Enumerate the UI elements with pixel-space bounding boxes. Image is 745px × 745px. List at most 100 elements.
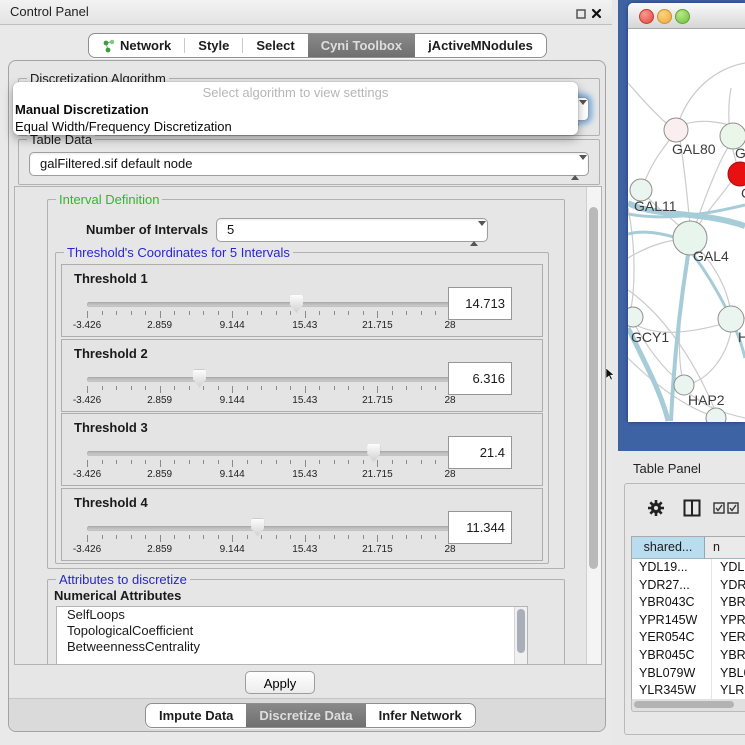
cell-shared-name[interactable]: YER054C [632, 629, 712, 647]
threshold-value-field[interactable]: 21.4 [448, 436, 512, 469]
tab-discretize-data[interactable]: Discretize Data [246, 704, 365, 727]
attributes-groupbox: Attributes to discretize Numerical Attri… [47, 579, 565, 665]
table-data-combobox[interactable]: galFiltered.sif default node [29, 152, 589, 176]
tab-impute-data[interactable]: Impute Data [146, 704, 246, 727]
table-row[interactable]: YER054CYER0 [632, 629, 745, 647]
list-scrollbar-thumb[interactable] [517, 609, 525, 653]
table-data-value: galFiltered.sif default node [40, 156, 192, 171]
tab-network[interactable]: Network [89, 34, 184, 57]
right-region: GAL80GCGAL11GAL4GCY1HHAP2 Table Panel [612, 0, 745, 745]
gear-icon[interactable] [647, 499, 665, 520]
select-columns-icon[interactable] [713, 502, 739, 517]
network-view-window[interactable]: GAL80GCGAL11GAL4GCY1HHAP2 [628, 3, 745, 422]
table-row[interactable]: YLR345WYLR3 [632, 682, 745, 700]
cell-name[interactable]: YDR2 [712, 577, 745, 595]
tab-infer-network[interactable]: Infer Network [366, 704, 475, 727]
cell-shared-name[interactable]: YDR27... [632, 577, 712, 595]
network-node[interactable] [628, 307, 643, 327]
table-body: YDL19...YDL1YDR27...YDR2YBR043CYBR0YPR14… [632, 559, 745, 701]
node-label: C [741, 185, 745, 201]
dropdown-option-manual[interactable]: Manual Discretization [13, 101, 578, 118]
threshold-panel-2: Threshold 2-3.4262.8599.14415.4321.71528… [61, 339, 543, 412]
slider-tick-labels: -3.4262.8599.14415.4321.71528 [87, 395, 450, 407]
numerical-attributes-list[interactable]: SelfLoopsTopologicalCoefficientBetweenne… [56, 606, 528, 665]
threshold-slider[interactable] [87, 377, 450, 382]
threshold-value-field[interactable]: 6.316 [448, 362, 512, 395]
threshold-slider[interactable] [87, 451, 450, 456]
threshold-slider[interactable] [87, 526, 450, 531]
threshold-slider[interactable] [87, 302, 450, 307]
cell-shared-name[interactable]: YPR145W [632, 612, 712, 630]
screen: Control Panel NetworkStyleSelectCyni Too… [0, 0, 745, 745]
settings-scrollbar-thumb[interactable] [589, 207, 598, 569]
float-window-icon[interactable] [576, 7, 586, 22]
attribute-list-item[interactable]: SelfLoops [57, 607, 527, 623]
network-node[interactable] [664, 118, 688, 142]
threshold-label: Threshold 4 [74, 495, 148, 510]
node-label: G [735, 145, 745, 161]
apply-button[interactable]: Apply [245, 671, 315, 694]
network-window-titlebar[interactable] [628, 3, 745, 29]
interval-definition-title: Interval Definition [56, 192, 162, 207]
network-icon [102, 39, 115, 53]
table-row[interactable]: YPR145WYPR1 [632, 612, 745, 630]
tab-jactivemnodules[interactable]: jActiveMNodules [415, 34, 546, 57]
cell-name[interactable]: YBR0 [712, 594, 745, 612]
node-label: GAL4 [693, 248, 729, 264]
table-data-groupbox: Table Data galFiltered.sif default node [18, 139, 600, 185]
cell-shared-name[interactable]: YBR045C [632, 647, 712, 665]
table-row[interactable]: YBR045CYBR0 [632, 647, 745, 665]
panel-title: Control Panel [10, 4, 89, 19]
numerical-attributes-label: Numerical Attributes [54, 588, 181, 603]
cell-name[interactable]: YLR3 [712, 682, 745, 700]
threshold-value-field[interactable]: 14.713 [448, 287, 512, 320]
threshold-panel-1: Threshold 1-3.4262.8599.14415.4321.71528… [61, 264, 543, 337]
node-table[interactable]: shared... n YDL19...YDL1YDR27...YDR2YBR0… [631, 536, 745, 701]
network-node[interactable] [706, 408, 726, 422]
attribute-list-item[interactable]: BetweennessCentrality [57, 639, 527, 655]
cytoscape-desktop: GAL80GCGAL11GAL4GCY1HHAP2 [618, 0, 745, 451]
cell-name[interactable]: YDL1 [712, 559, 745, 577]
table-row[interactable]: YDL19...YDL1 [632, 559, 745, 577]
combo-stepper-icon [470, 223, 479, 245]
network-canvas[interactable]: GAL80GCGAL11GAL4GCY1HHAP2 [628, 28, 745, 422]
node-label: HAP2 [688, 392, 725, 408]
split-columns-icon[interactable] [683, 499, 701, 520]
table-hscrollbar[interactable] [631, 699, 745, 712]
slider-ticks [87, 311, 450, 318]
cell-shared-name[interactable]: YLR345W [632, 682, 712, 700]
cell-name[interactable]: YBR0 [712, 647, 745, 665]
table-row[interactable]: YBR043CYBR0 [632, 594, 745, 612]
minimize-traffic-light-icon[interactable] [657, 9, 672, 24]
cell-name[interactable]: YER0 [712, 629, 745, 647]
column-header-shared-name[interactable]: shared... [632, 537, 705, 558]
zoom-traffic-light-icon[interactable] [675, 9, 690, 24]
node-label: GCY1 [631, 329, 669, 345]
node-label: H [738, 329, 745, 345]
settings-scrollbar[interactable] [586, 187, 601, 664]
list-scrollbar[interactable] [514, 607, 527, 665]
table-hscrollbar-thumb[interactable] [634, 701, 734, 708]
cell-name[interactable]: YPR1 [712, 612, 745, 630]
table-row[interactable]: YDR27...YDR2 [632, 577, 745, 595]
num-intervals-combobox[interactable]: 5 [216, 218, 488, 242]
column-header-name[interactable]: n [705, 537, 745, 558]
cell-name[interactable]: YBL0 [712, 665, 745, 683]
node-label: GAL11 [634, 198, 677, 214]
cell-shared-name[interactable]: YBR043C [632, 594, 712, 612]
cell-shared-name[interactable]: YBL079W [632, 665, 712, 683]
attribute-list-item[interactable]: TopologicalCoefficient [57, 623, 527, 639]
control-panel: Control Panel NetworkStyleSelectCyni Too… [0, 0, 613, 745]
threshold-value-field[interactable]: 11.344 [448, 511, 512, 544]
control-panel-titlebar: Control Panel [0, 0, 612, 25]
tab-cyni-toolbox[interactable]: Cyni Toolbox [308, 34, 415, 57]
cell-shared-name[interactable]: YDL19... [632, 559, 712, 577]
num-intervals-label: Number of Intervals [86, 222, 208, 237]
tab-style[interactable]: Style [185, 34, 242, 57]
close-icon[interactable] [591, 7, 602, 22]
close-traffic-light-icon[interactable] [639, 9, 654, 24]
table-row[interactable]: YBL079WYBL0 [632, 665, 745, 683]
tab-select[interactable]: Select [243, 34, 307, 57]
num-intervals-value: 5 [227, 222, 234, 237]
dropdown-option-equal-width[interactable]: Equal Width/Frequency Discretization [13, 118, 578, 135]
